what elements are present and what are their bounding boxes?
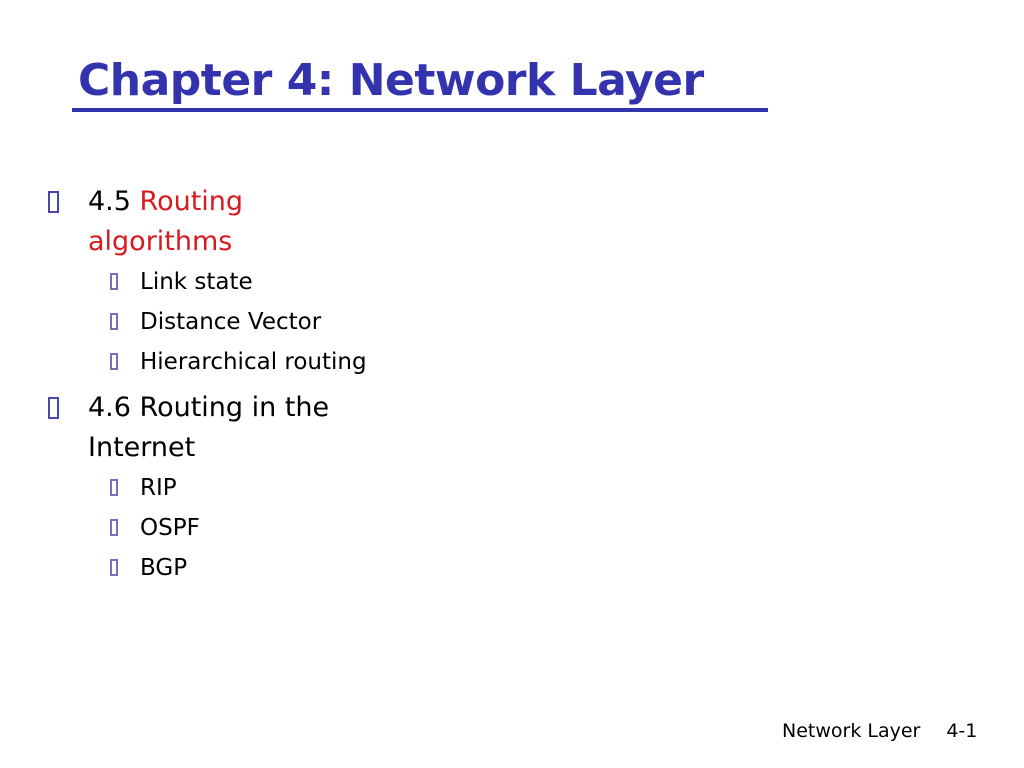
- outline-item-level1: 4.6 Routing in the Internet: [48, 388, 608, 468]
- slide-title-block: Chapter 4: Network Layer: [72, 56, 772, 112]
- outline-item-level2-label: Hierarchical routing: [140, 349, 367, 375]
- outline-item-level2-label: RIP: [140, 475, 177, 501]
- square-bullet-icon: [48, 191, 59, 213]
- square-bullet-icon: [110, 559, 118, 576]
- outline-item-level2-label: Link state: [140, 269, 253, 295]
- outline-item-level2-label: OSPF: [140, 515, 200, 541]
- outline-item-level2: RIP: [48, 470, 608, 510]
- outline-item-level2-label: Distance Vector: [140, 309, 322, 335]
- outline-item-level2-label: BGP: [140, 555, 188, 581]
- outline-item-level1-label: 4.6 Routing in the Internet: [88, 388, 388, 468]
- outline-sublist: Link state Distance Vector Hierarchical …: [48, 264, 608, 384]
- outline-item-level2: OSPF: [48, 510, 608, 550]
- outline-sublist: RIP OSPF BGP: [48, 470, 608, 590]
- outline-item-level1-label: 4.5 Routing algorithms: [88, 182, 388, 262]
- outline-item-level2: Distance Vector: [48, 304, 608, 344]
- square-bullet-icon: [48, 397, 59, 419]
- slide-footer: Network Layer 4-1: [782, 720, 977, 742]
- footer-page-number: 4-1: [946, 720, 978, 742]
- outline-item-level1: 4.5 Routing algorithms: [48, 182, 608, 262]
- square-bullet-icon: [110, 313, 118, 330]
- outline-item-number: 4.5: [88, 186, 140, 217]
- outline-item-level2: Link state: [48, 264, 608, 304]
- footer-chapter-label: Network Layer: [782, 720, 921, 742]
- square-bullet-icon: [110, 273, 118, 290]
- square-bullet-icon: [110, 479, 118, 496]
- slide-canvas: Chapter 4: Network Layer 4.5 Routing alg…: [0, 0, 1024, 768]
- title-underline-rule: [72, 108, 768, 112]
- page-title: Chapter 4: Network Layer: [78, 55, 704, 106]
- outline-item-level2: BGP: [48, 550, 608, 590]
- outline-item-level2: Hierarchical routing: [48, 344, 608, 384]
- outline-list: 4.5 Routing algorithms Link state Distan…: [48, 182, 608, 594]
- outline-item-number: 4.6: [88, 392, 140, 423]
- square-bullet-icon: [110, 519, 118, 536]
- square-bullet-icon: [110, 353, 118, 370]
